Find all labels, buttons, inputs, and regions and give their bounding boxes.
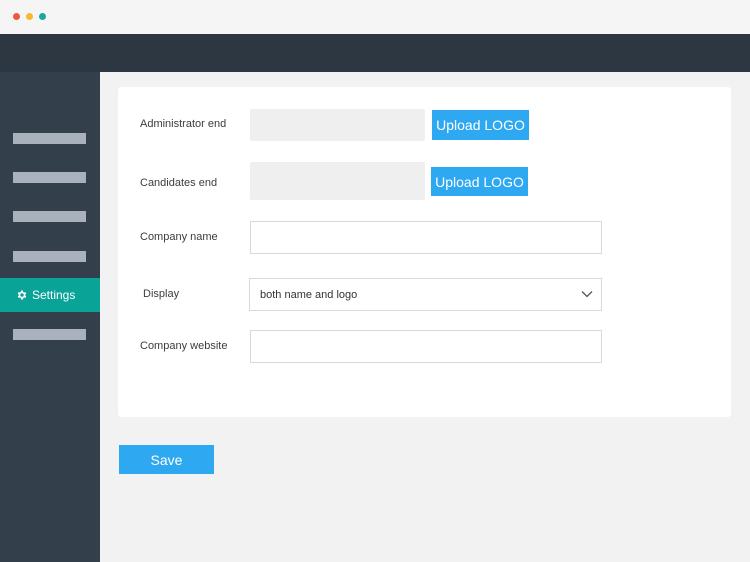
sidebar-item-placeholder[interactable] xyxy=(13,133,86,144)
settings-panel: Administrator end Upload LOGO Candidates… xyxy=(118,87,731,417)
company-website-label: Company website xyxy=(140,340,228,352)
close-window-dot[interactable] xyxy=(13,13,20,20)
sidebar-item-label: Settings xyxy=(32,288,76,302)
top-navbar xyxy=(0,34,750,72)
save-button[interactable]: Save xyxy=(119,445,214,474)
sidebar-item-settings[interactable]: Settings xyxy=(0,278,100,312)
sidebar-item-placeholder[interactable] xyxy=(13,172,86,183)
display-select[interactable]: both name and logo xyxy=(249,278,602,311)
admin-logo-preview xyxy=(250,109,425,141)
display-select-value: both name and logo xyxy=(260,288,358,301)
sidebar: Settings xyxy=(0,72,100,562)
sidebar-item-placeholder[interactable] xyxy=(13,251,86,262)
candidate-logo-label: Candidates end xyxy=(140,177,218,189)
upload-candidate-logo-button[interactable]: Upload LOGO xyxy=(431,167,528,196)
minimize-window-dot[interactable] xyxy=(26,13,33,20)
company-website-input[interactable] xyxy=(250,330,602,363)
candidate-logo-preview xyxy=(250,162,425,200)
gear-icon xyxy=(16,289,28,301)
display-label: Display xyxy=(143,288,180,300)
admin-logo-label: Administrator end xyxy=(140,118,227,130)
company-name-input[interactable] xyxy=(250,221,602,254)
window-titlebar xyxy=(0,0,750,34)
maximize-window-dot[interactable] xyxy=(39,13,46,20)
company-name-label: Company name xyxy=(140,231,218,243)
sidebar-item-placeholder[interactable] xyxy=(13,329,86,340)
upload-admin-logo-button[interactable]: Upload LOGO xyxy=(432,110,529,140)
sidebar-item-placeholder[interactable] xyxy=(13,211,86,222)
chevron-down-icon xyxy=(581,289,593,299)
